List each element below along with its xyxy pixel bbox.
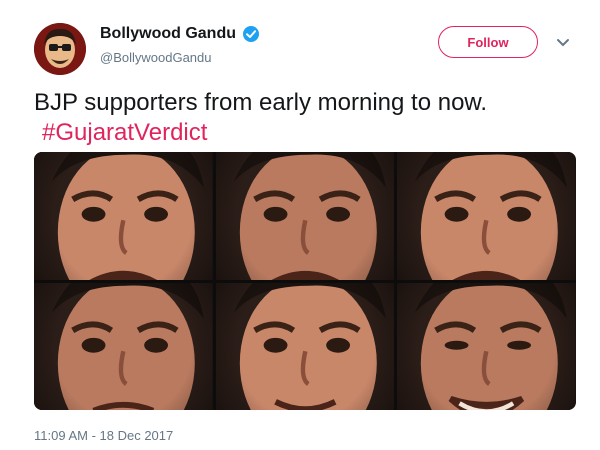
verified-badge-icon xyxy=(243,26,259,42)
face-illustration xyxy=(215,282,395,410)
author-avatar[interactable] xyxy=(34,23,86,75)
author-display-name[interactable]: Bollywood Gandu xyxy=(100,25,236,43)
author-name-row: Bollywood Gandu xyxy=(100,25,260,43)
author-handle[interactable]: @BollywoodGandu xyxy=(100,50,211,65)
face-illustration xyxy=(34,282,213,410)
media-photo[interactable] xyxy=(215,152,395,280)
media-grid[interactable] xyxy=(34,152,576,410)
media-photo[interactable] xyxy=(397,152,576,280)
media-photo[interactable] xyxy=(215,282,395,410)
hashtag-link[interactable]: #GujaratVerdict xyxy=(34,118,574,148)
chevron-down-icon[interactable] xyxy=(556,36,570,50)
face-illustration xyxy=(215,152,395,280)
tweet-text: BJP supporters from early morning to now… xyxy=(34,88,574,148)
media-photo[interactable] xyxy=(397,282,576,410)
face-illustration xyxy=(397,152,576,280)
media-photo[interactable] xyxy=(34,282,213,410)
cartoon-face-avatar-icon xyxy=(34,23,86,75)
follow-button[interactable]: Follow xyxy=(438,26,538,58)
face-illustration xyxy=(397,282,576,410)
tweet-body: BJP supporters from early morning to now… xyxy=(34,89,488,116)
face-illustration xyxy=(34,152,213,280)
tweet-timestamp[interactable]: 11:09 AM - 18 Dec 2017 xyxy=(34,428,173,443)
media-photo[interactable] xyxy=(34,152,213,280)
